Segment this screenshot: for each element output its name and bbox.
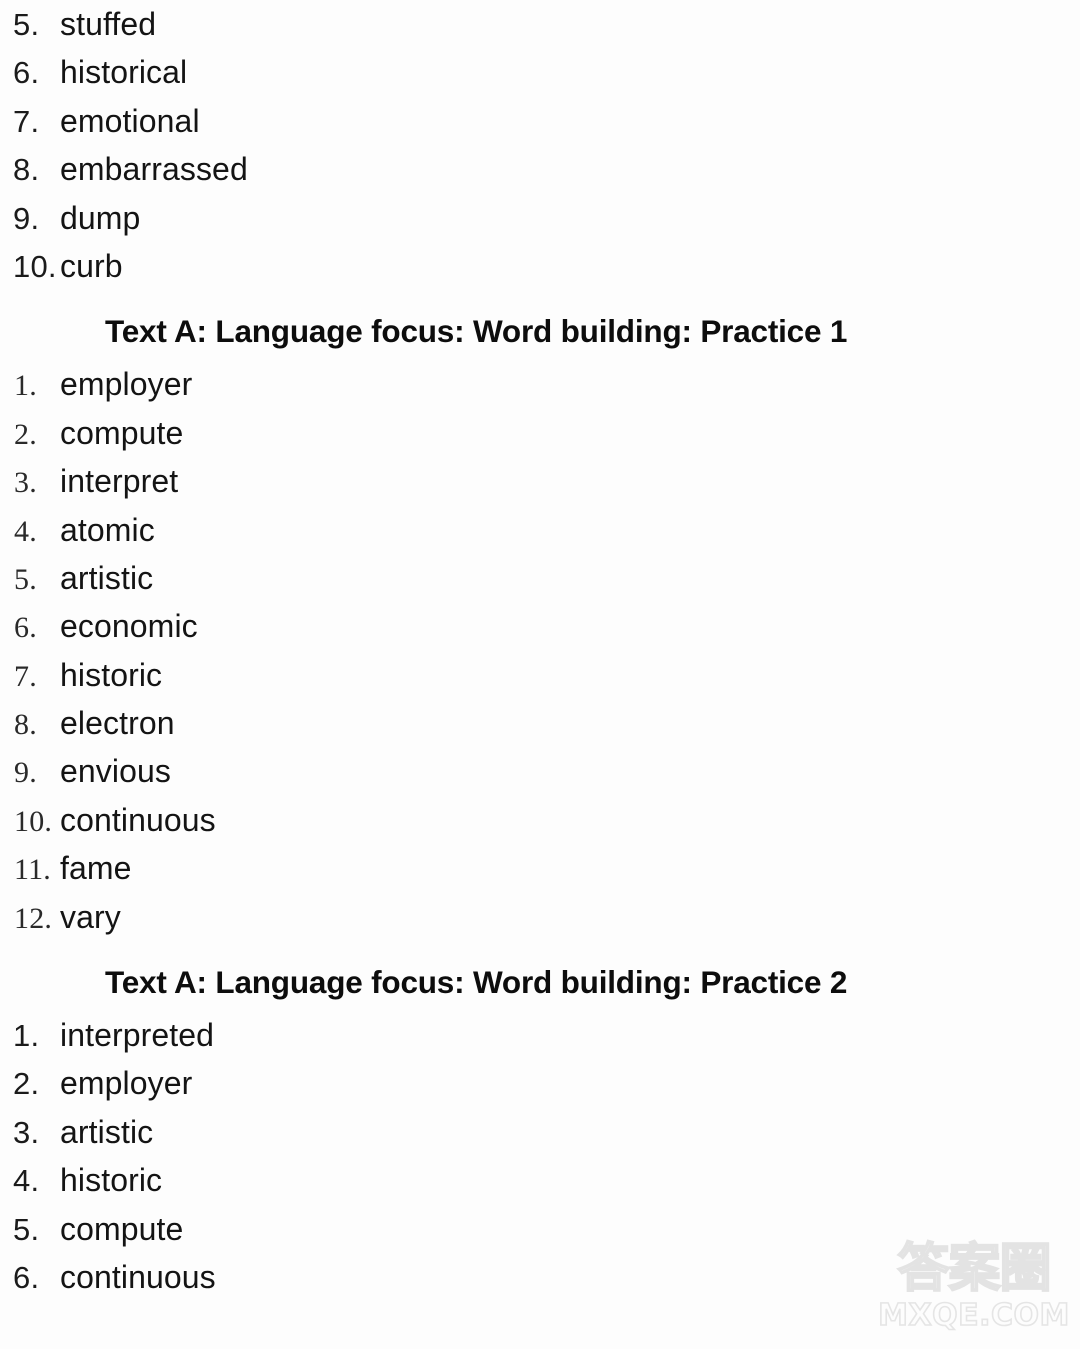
list-item-number: 5. <box>13 7 40 42</box>
list-item-word: employer <box>60 366 193 403</box>
list-item: 6. economic <box>0 602 1080 650</box>
list-item-word: emotional <box>60 102 200 139</box>
list-item-word: electron <box>60 705 175 742</box>
list-item-number: 6. <box>13 55 40 91</box>
list-item-word: curb <box>60 247 123 284</box>
list-item: 7. historic <box>0 651 1080 699</box>
list-item-number: 8. <box>14 708 37 742</box>
scanned-answer-page: 5. stuffed 6. historical 7. emotional 8.… <box>0 0 1080 1349</box>
section-heading-practice-2: Text A: Language focus: Word building: P… <box>105 964 848 1001</box>
list-item-number: 3. <box>14 466 37 500</box>
list-item: 1. interpreted <box>0 1011 1080 1059</box>
list-item-number: 9. <box>13 200 40 236</box>
list-item: 6. historical <box>0 48 1080 96</box>
list-item-number: 11. <box>14 853 51 887</box>
answer-list-continued: 5. stuffed 6. historical 7. emotional 8.… <box>0 0 1080 290</box>
list-item-word: artistic <box>60 1113 154 1150</box>
list-item-word: vary <box>60 898 121 935</box>
list-item-number: 4. <box>14 514 37 548</box>
list-item: 5. compute <box>0 1205 1080 1253</box>
answer-list-practice-2: 1. interpreted 2. employer 3. artistic 4… <box>0 1011 1080 1301</box>
list-item: 8. embarrassed <box>0 145 1080 193</box>
list-item-word: continuous <box>60 1258 216 1295</box>
list-item: 3. interpret <box>0 457 1080 505</box>
list-item: 5. stuffed <box>0 0 1080 48</box>
list-item-number: 2. <box>14 417 37 451</box>
document-content: 5. stuffed 6. historical 7. emotional 8.… <box>0 0 1080 1301</box>
list-item-word: compute <box>60 414 184 451</box>
list-item-number: 7. <box>14 659 37 693</box>
list-item: 3. artistic <box>0 1108 1080 1156</box>
list-item-number: 2. <box>13 1066 40 1102</box>
list-item-number: 9. <box>14 756 37 790</box>
answer-list-practice-1: 1. employer 2. compute 3. interpret 4. a… <box>0 360 1080 941</box>
list-item-number: 5. <box>14 562 37 596</box>
list-item-word: employer <box>60 1065 193 1102</box>
list-item-word: dump <box>60 199 141 236</box>
list-item: 10. continuous <box>0 796 1080 844</box>
list-item-number: 1. <box>14 369 37 403</box>
list-item: 5. artistic <box>0 554 1080 602</box>
section-heading-practice-1: Text A: Language focus: Word building: P… <box>105 313 848 350</box>
list-item-word: stuffed <box>60 6 157 42</box>
list-item-word: interpreted <box>60 1017 215 1054</box>
list-item: 9. envious <box>0 747 1080 795</box>
list-item-number: 3. <box>13 1114 40 1150</box>
list-item: 6. continuous <box>0 1253 1080 1301</box>
list-item-word: fame <box>60 850 132 887</box>
list-item-word: envious <box>60 753 171 790</box>
list-item-word: historical <box>60 54 188 91</box>
list-item-number: 5. <box>13 1211 40 1247</box>
list-item-number: 7. <box>13 103 40 139</box>
list-item: 9. dump <box>0 194 1080 242</box>
list-item-word: compute <box>60 1210 184 1247</box>
list-item-number: 6. <box>14 611 37 645</box>
list-item-word: artistic <box>60 559 154 596</box>
list-item: 2. employer <box>0 1059 1080 1107</box>
list-item-number: 10. <box>14 804 53 838</box>
list-item: 8. electron <box>0 699 1080 747</box>
list-item-number: 6. <box>13 1259 40 1295</box>
list-item-word: continuous <box>60 801 216 838</box>
list-item-number: 8. <box>13 152 40 188</box>
list-item: 2. compute <box>0 409 1080 457</box>
list-item-number: 10. <box>13 248 57 284</box>
list-item: 11. fame <box>0 844 1080 892</box>
list-item: 7. emotional <box>0 97 1080 145</box>
list-item-word: embarrassed <box>60 151 248 188</box>
list-item-word: historic <box>60 656 163 693</box>
list-item: 4. atomic <box>0 506 1080 554</box>
list-item: 10. curb <box>0 242 1080 290</box>
list-item: 12. vary <box>0 893 1080 941</box>
list-item: 1. employer <box>0 360 1080 408</box>
list-item-word: atomic <box>60 511 155 548</box>
list-item: 4. historic <box>0 1156 1080 1204</box>
watermark-url-text: MXQE.COM <box>877 1298 1070 1334</box>
list-item-number: 1. <box>13 1018 40 1054</box>
list-item-number: 4. <box>13 1163 40 1199</box>
list-item-word: economic <box>60 608 198 645</box>
list-item-word: historic <box>60 1162 163 1199</box>
list-item-word: interpret <box>60 463 179 500</box>
list-item-number: 12. <box>14 901 53 935</box>
